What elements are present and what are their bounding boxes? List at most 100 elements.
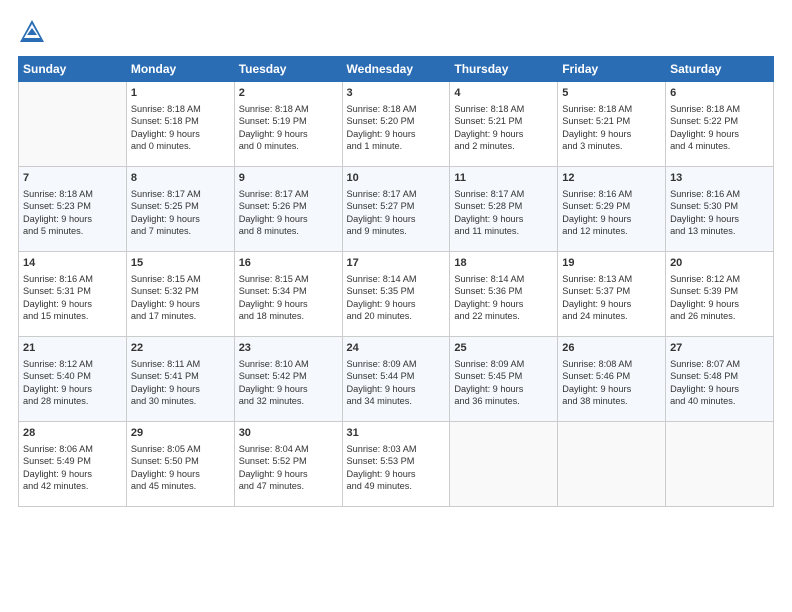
day-number: 27: [670, 341, 769, 356]
day-number: 12: [562, 171, 661, 186]
cell-info: Sunrise: 8:07 AM Sunset: 5:48 PM Dayligh…: [670, 358, 769, 408]
calendar-cell: 17Sunrise: 8:14 AM Sunset: 5:35 PM Dayli…: [342, 252, 450, 337]
calendar-cell: 12Sunrise: 8:16 AM Sunset: 5:29 PM Dayli…: [558, 167, 666, 252]
day-number: 29: [131, 426, 230, 441]
cell-info: Sunrise: 8:15 AM Sunset: 5:32 PM Dayligh…: [131, 273, 230, 323]
cell-info: Sunrise: 8:04 AM Sunset: 5:52 PM Dayligh…: [239, 443, 338, 493]
day-number: 15: [131, 256, 230, 271]
cell-info: Sunrise: 8:08 AM Sunset: 5:46 PM Dayligh…: [562, 358, 661, 408]
cell-info: Sunrise: 8:14 AM Sunset: 5:36 PM Dayligh…: [454, 273, 553, 323]
day-number: 11: [454, 171, 553, 186]
cell-info: Sunrise: 8:12 AM Sunset: 5:39 PM Dayligh…: [670, 273, 769, 323]
day-number: 8: [131, 171, 230, 186]
cell-info: Sunrise: 8:09 AM Sunset: 5:45 PM Dayligh…: [454, 358, 553, 408]
calendar-cell: 29 Sunrise: 8:05 AM Sunset: 5:50 PM Dayli…: [126, 422, 234, 507]
col-header-thursday: Thursday: [450, 57, 558, 82]
cell-info: Sunrise: 8:18 AM Sunset: 5:21 PM Dayligh…: [454, 103, 553, 153]
header: [18, 18, 774, 46]
col-header-wednesday: Wednesday: [342, 57, 450, 82]
day-number: 17: [347, 256, 446, 271]
calendar-cell: 28 Sunrise: 8:06 AM Sunset: 5:49 PM Dayli…: [19, 422, 127, 507]
day-number: 24: [347, 341, 446, 356]
cell-info: Sunrise: 8:18 AM Sunset: 5:21 PM Dayligh…: [562, 103, 661, 153]
calendar-cell: 7 Sunrise: 8:18 AM Sunset: 5:23 PM Daylig…: [19, 167, 127, 252]
calendar-cell: 31Sunrise: 8:03 AM Sunset: 5:53 PM Dayli…: [342, 422, 450, 507]
day-number: 3: [347, 86, 446, 101]
calendar-week-1: 7 Sunrise: 8:18 AM Sunset: 5:23 PM Daylig…: [19, 167, 774, 252]
calendar-cell: 22Sunrise: 8:11 AM Sunset: 5:41 PM Dayli…: [126, 337, 234, 422]
calendar-cell: 26 Sunrise: 8:08 AM Sunset: 5:46 PM Dayli…: [558, 337, 666, 422]
calendar-cell: [558, 422, 666, 507]
calendar-cell: 8 Sunrise: 8:17 AM Sunset: 5:25 PM Daylig…: [126, 167, 234, 252]
calendar-cell: [666, 422, 774, 507]
cell-info: Sunrise: 8:09 AM Sunset: 5:44 PM Dayligh…: [347, 358, 446, 408]
cell-info: Sunrise: 8:17 AM Sunset: 5:28 PM Dayligh…: [454, 188, 553, 238]
calendar-cell: 5Sunrise: 8:18 AM Sunset: 5:21 PM Daylig…: [558, 82, 666, 167]
cell-info: Sunrise: 8:18 AM Sunset: 5:23 PM Dayligh…: [23, 188, 122, 238]
day-number: 10: [347, 171, 446, 186]
calendar-cell: 30Sunrise: 8:04 AM Sunset: 5:52 PM Dayli…: [234, 422, 342, 507]
cell-info: Sunrise: 8:13 AM Sunset: 5:37 PM Dayligh…: [562, 273, 661, 323]
col-header-friday: Friday: [558, 57, 666, 82]
day-number: 4: [454, 86, 553, 101]
col-header-saturday: Saturday: [666, 57, 774, 82]
calendar-week-2: 14 Sunrise: 8:16 AM Sunset: 5:31 PM Dayli…: [19, 252, 774, 337]
day-number: 21: [23, 341, 122, 356]
day-number: 25: [454, 341, 553, 356]
cell-info: Sunrise: 8:05 AM Sunset: 5:50 PM Dayligh…: [131, 443, 230, 493]
cell-info: Sunrise: 8:06 AM Sunset: 5:49 PM Dayligh…: [23, 443, 122, 493]
calendar-cell: 27 Sunrise: 8:07 AM Sunset: 5:48 PM Dayli…: [666, 337, 774, 422]
cell-info: Sunrise: 8:11 AM Sunset: 5:41 PM Dayligh…: [131, 358, 230, 408]
day-number: 1: [131, 86, 230, 101]
logo-icon: [18, 18, 46, 46]
col-header-tuesday: Tuesday: [234, 57, 342, 82]
calendar-week-4: 28 Sunrise: 8:06 AM Sunset: 5:49 PM Dayli…: [19, 422, 774, 507]
cell-info: Sunrise: 8:17 AM Sunset: 5:25 PM Dayligh…: [131, 188, 230, 238]
calendar-cell: 13 Sunrise: 8:16 AM Sunset: 5:30 PM Dayli…: [666, 167, 774, 252]
cell-info: Sunrise: 8:17 AM Sunset: 5:26 PM Dayligh…: [239, 188, 338, 238]
calendar-cell: 16 Sunrise: 8:15 AM Sunset: 5:34 PM Dayli…: [234, 252, 342, 337]
day-number: 18: [454, 256, 553, 271]
cell-info: Sunrise: 8:10 AM Sunset: 5:42 PM Dayligh…: [239, 358, 338, 408]
calendar-cell: 4 Sunrise: 8:18 AM Sunset: 5:21 PM Daylig…: [450, 82, 558, 167]
cell-info: Sunrise: 8:18 AM Sunset: 5:22 PM Dayligh…: [670, 103, 769, 153]
day-number: 28: [23, 426, 122, 441]
cell-info: Sunrise: 8:16 AM Sunset: 5:30 PM Dayligh…: [670, 188, 769, 238]
col-header-monday: Monday: [126, 57, 234, 82]
cell-info: Sunrise: 8:15 AM Sunset: 5:34 PM Dayligh…: [239, 273, 338, 323]
col-header-sunday: Sunday: [19, 57, 127, 82]
cell-info: Sunrise: 8:18 AM Sunset: 5:18 PM Dayligh…: [131, 103, 230, 153]
day-number: 14: [23, 256, 122, 271]
calendar-cell: 20 Sunrise: 8:12 AM Sunset: 5:39 PM Dayli…: [666, 252, 774, 337]
calendar-cell: 18 Sunrise: 8:14 AM Sunset: 5:36 PM Dayli…: [450, 252, 558, 337]
calendar-table: SundayMondayTuesdayWednesdayThursdayFrid…: [18, 56, 774, 507]
calendar-cell: 15 Sunrise: 8:15 AM Sunset: 5:32 PM Dayli…: [126, 252, 234, 337]
day-number: 31: [347, 426, 446, 441]
day-number: 6: [670, 86, 769, 101]
calendar-week-0: 1 Sunrise: 8:18 AM Sunset: 5:18 PM Daylig…: [19, 82, 774, 167]
day-number: 20: [670, 256, 769, 271]
logo: [18, 18, 50, 46]
cell-info: Sunrise: 8:12 AM Sunset: 5:40 PM Dayligh…: [23, 358, 122, 408]
page: SundayMondayTuesdayWednesdayThursdayFrid…: [0, 0, 792, 612]
day-number: 7: [23, 171, 122, 186]
day-number: 16: [239, 256, 338, 271]
calendar-cell: 1 Sunrise: 8:18 AM Sunset: 5:18 PM Daylig…: [126, 82, 234, 167]
day-number: 19: [562, 256, 661, 271]
calendar-cell: [450, 422, 558, 507]
calendar-cell: 14 Sunrise: 8:16 AM Sunset: 5:31 PM Dayli…: [19, 252, 127, 337]
calendar-cell: 25 Sunrise: 8:09 AM Sunset: 5:45 PM Dayli…: [450, 337, 558, 422]
header-row: SundayMondayTuesdayWednesdayThursdayFrid…: [19, 57, 774, 82]
cell-info: Sunrise: 8:18 AM Sunset: 5:19 PM Dayligh…: [239, 103, 338, 153]
day-number: 13: [670, 171, 769, 186]
cell-info: Sunrise: 8:16 AM Sunset: 5:31 PM Dayligh…: [23, 273, 122, 323]
calendar-header: SundayMondayTuesdayWednesdayThursdayFrid…: [19, 57, 774, 82]
day-number: 2: [239, 86, 338, 101]
calendar-cell: 3Sunrise: 8:18 AM Sunset: 5:20 PM Daylig…: [342, 82, 450, 167]
calendar-cell: 6 Sunrise: 8:18 AM Sunset: 5:22 PM Daylig…: [666, 82, 774, 167]
calendar-cell: 19 Sunrise: 8:13 AM Sunset: 5:37 PM Dayli…: [558, 252, 666, 337]
day-number: 26: [562, 341, 661, 356]
calendar-cell: 21 Sunrise: 8:12 AM Sunset: 5:40 PM Dayli…: [19, 337, 127, 422]
day-number: 23: [239, 341, 338, 356]
calendar-cell: 10Sunrise: 8:17 AM Sunset: 5:27 PM Dayli…: [342, 167, 450, 252]
